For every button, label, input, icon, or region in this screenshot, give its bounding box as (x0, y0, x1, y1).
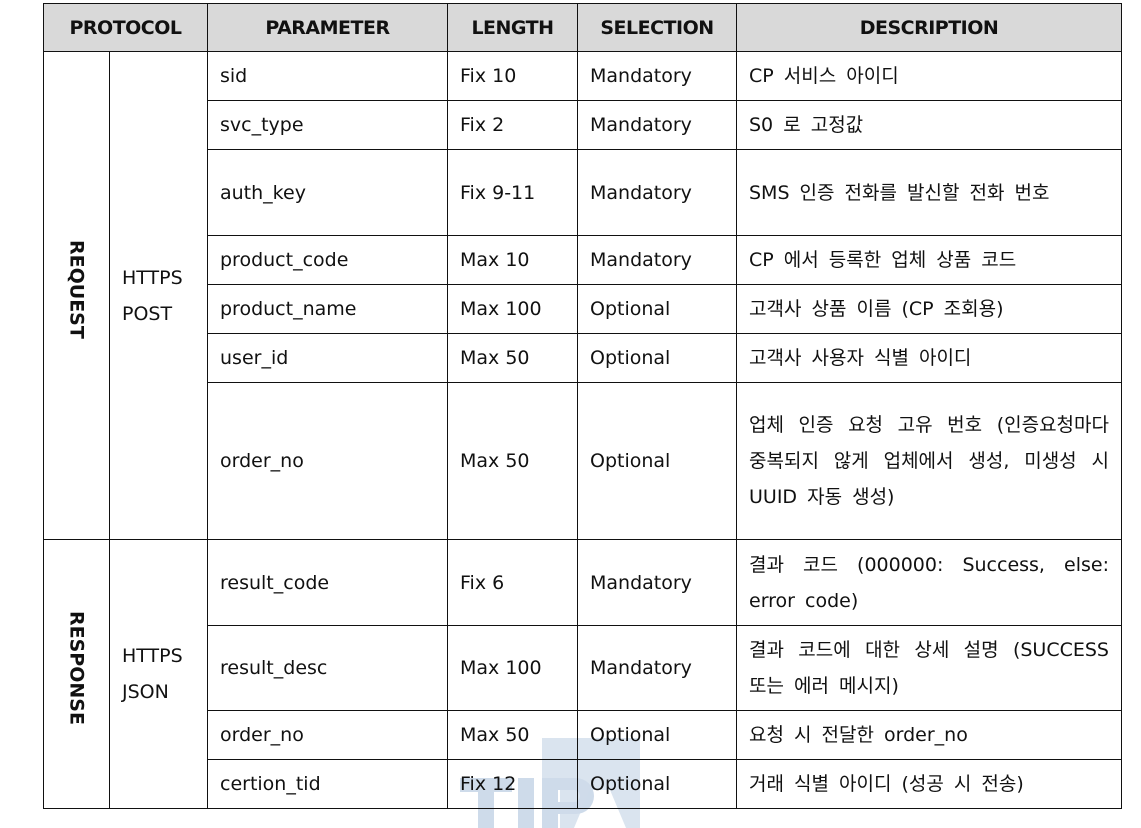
response-method-cell: HTTPS JSON (109, 539, 208, 809)
parameter-cell: order_no (207, 710, 448, 760)
request-label: REQUEST (65, 240, 88, 339)
selection-cell: Optional (577, 759, 737, 809)
description-cell: S0 로 고정값 (736, 100, 1122, 150)
description-cell: CP 서비스 아이디 (736, 51, 1122, 101)
request-method-line1: HTTPS (122, 266, 183, 289)
length-cell: Fix 9-11 (447, 149, 578, 236)
header-parameter: PARAMETER (207, 3, 448, 52)
parameter-cell: svc_type (207, 100, 448, 150)
header-protocol: PROTOCOL (43, 3, 208, 52)
description-cell: CP 에서 등록한 업체 상품 코드 (736, 235, 1122, 285)
request-label-cell: REQUEST (43, 51, 110, 540)
parameter-cell: product_code (207, 235, 448, 285)
selection-cell: Optional (577, 382, 737, 540)
table-row: RESPONSE HTTPS JSON result_code Fix 6 Ma… (43, 539, 1122, 809)
response-label: RESPONSE (65, 611, 88, 725)
header-length: LENGTH (447, 3, 578, 52)
length-cell: Max 100 (447, 625, 578, 711)
response-method-line1: HTTPS (122, 645, 183, 667)
description-cell: 결과 코드 (000000: Success, else: error code… (736, 539, 1122, 626)
parameter-cell: product_name (207, 284, 448, 334)
description-cell: 결과 코드에 대한 상세 설명 (SUCCESS 또는 에러 메시지) (736, 625, 1122, 711)
parameter-cell: order_no (207, 382, 448, 540)
selection-cell: Optional (577, 710, 737, 760)
length-cell: Max 50 (447, 333, 578, 383)
selection-cell: Optional (577, 333, 737, 383)
header-row: PROTOCOL PARAMETER LENGTH SELECTION DESC… (43, 3, 1122, 52)
selection-cell: Optional (577, 284, 737, 334)
length-cell: Fix 12 (447, 759, 578, 809)
parameter-cell: auth_key (207, 149, 448, 236)
description-cell: 고객사 사용자 식별 아이디 (736, 333, 1122, 383)
description-cell: 요청 시 전달한 order_no (736, 710, 1122, 760)
length-cell: Max 10 (447, 235, 578, 285)
header-selection: SELECTION (577, 3, 737, 52)
parameter-cell: sid (207, 51, 448, 101)
selection-cell: Mandatory (577, 539, 737, 626)
length-cell: Max 100 (447, 284, 578, 334)
length-cell: Fix 2 (447, 100, 578, 150)
selection-cell: Mandatory (577, 51, 737, 101)
selection-cell: Mandatory (577, 149, 737, 236)
selection-cell: Mandatory (577, 100, 737, 150)
selection-cell: Mandatory (577, 625, 737, 711)
description-cell: 업체 인증 요청 고유 번호 (인증요청마다 중복되지 않게 업체에서 생성, … (736, 382, 1122, 540)
api-spec-table: PROTOCOL PARAMETER LENGTH SELECTION DESC… (43, 3, 1122, 809)
request-method-line2: POST (122, 302, 173, 325)
parameter-cell: certion_tid (207, 759, 448, 809)
parameter-cell: result_code (207, 539, 448, 626)
selection-cell: Mandatory (577, 235, 737, 285)
description-cell: 고객사 상품 이름 (CP 조회용) (736, 284, 1122, 334)
table-row: REQUEST HTTPS POST sid Fix 10 Mandatory … (43, 51, 1122, 540)
length-cell: Fix 6 (447, 539, 578, 626)
response-label-cell: RESPONSE (43, 539, 110, 809)
description-cell: SMS 인증 전화를 발신할 전화 번호 (736, 149, 1122, 236)
response-method-line2: JSON (122, 681, 169, 703)
length-cell: Max 50 (447, 710, 578, 760)
header-description: DESCRIPTION (736, 3, 1122, 52)
length-cell: Max 50 (447, 382, 578, 540)
description-cell: 거래 식별 아이디 (성공 시 전송) (736, 759, 1122, 809)
request-method-cell: HTTPS POST (109, 51, 208, 540)
length-cell: Fix 10 (447, 51, 578, 101)
parameter-cell: user_id (207, 333, 448, 383)
parameter-cell: result_desc (207, 625, 448, 711)
